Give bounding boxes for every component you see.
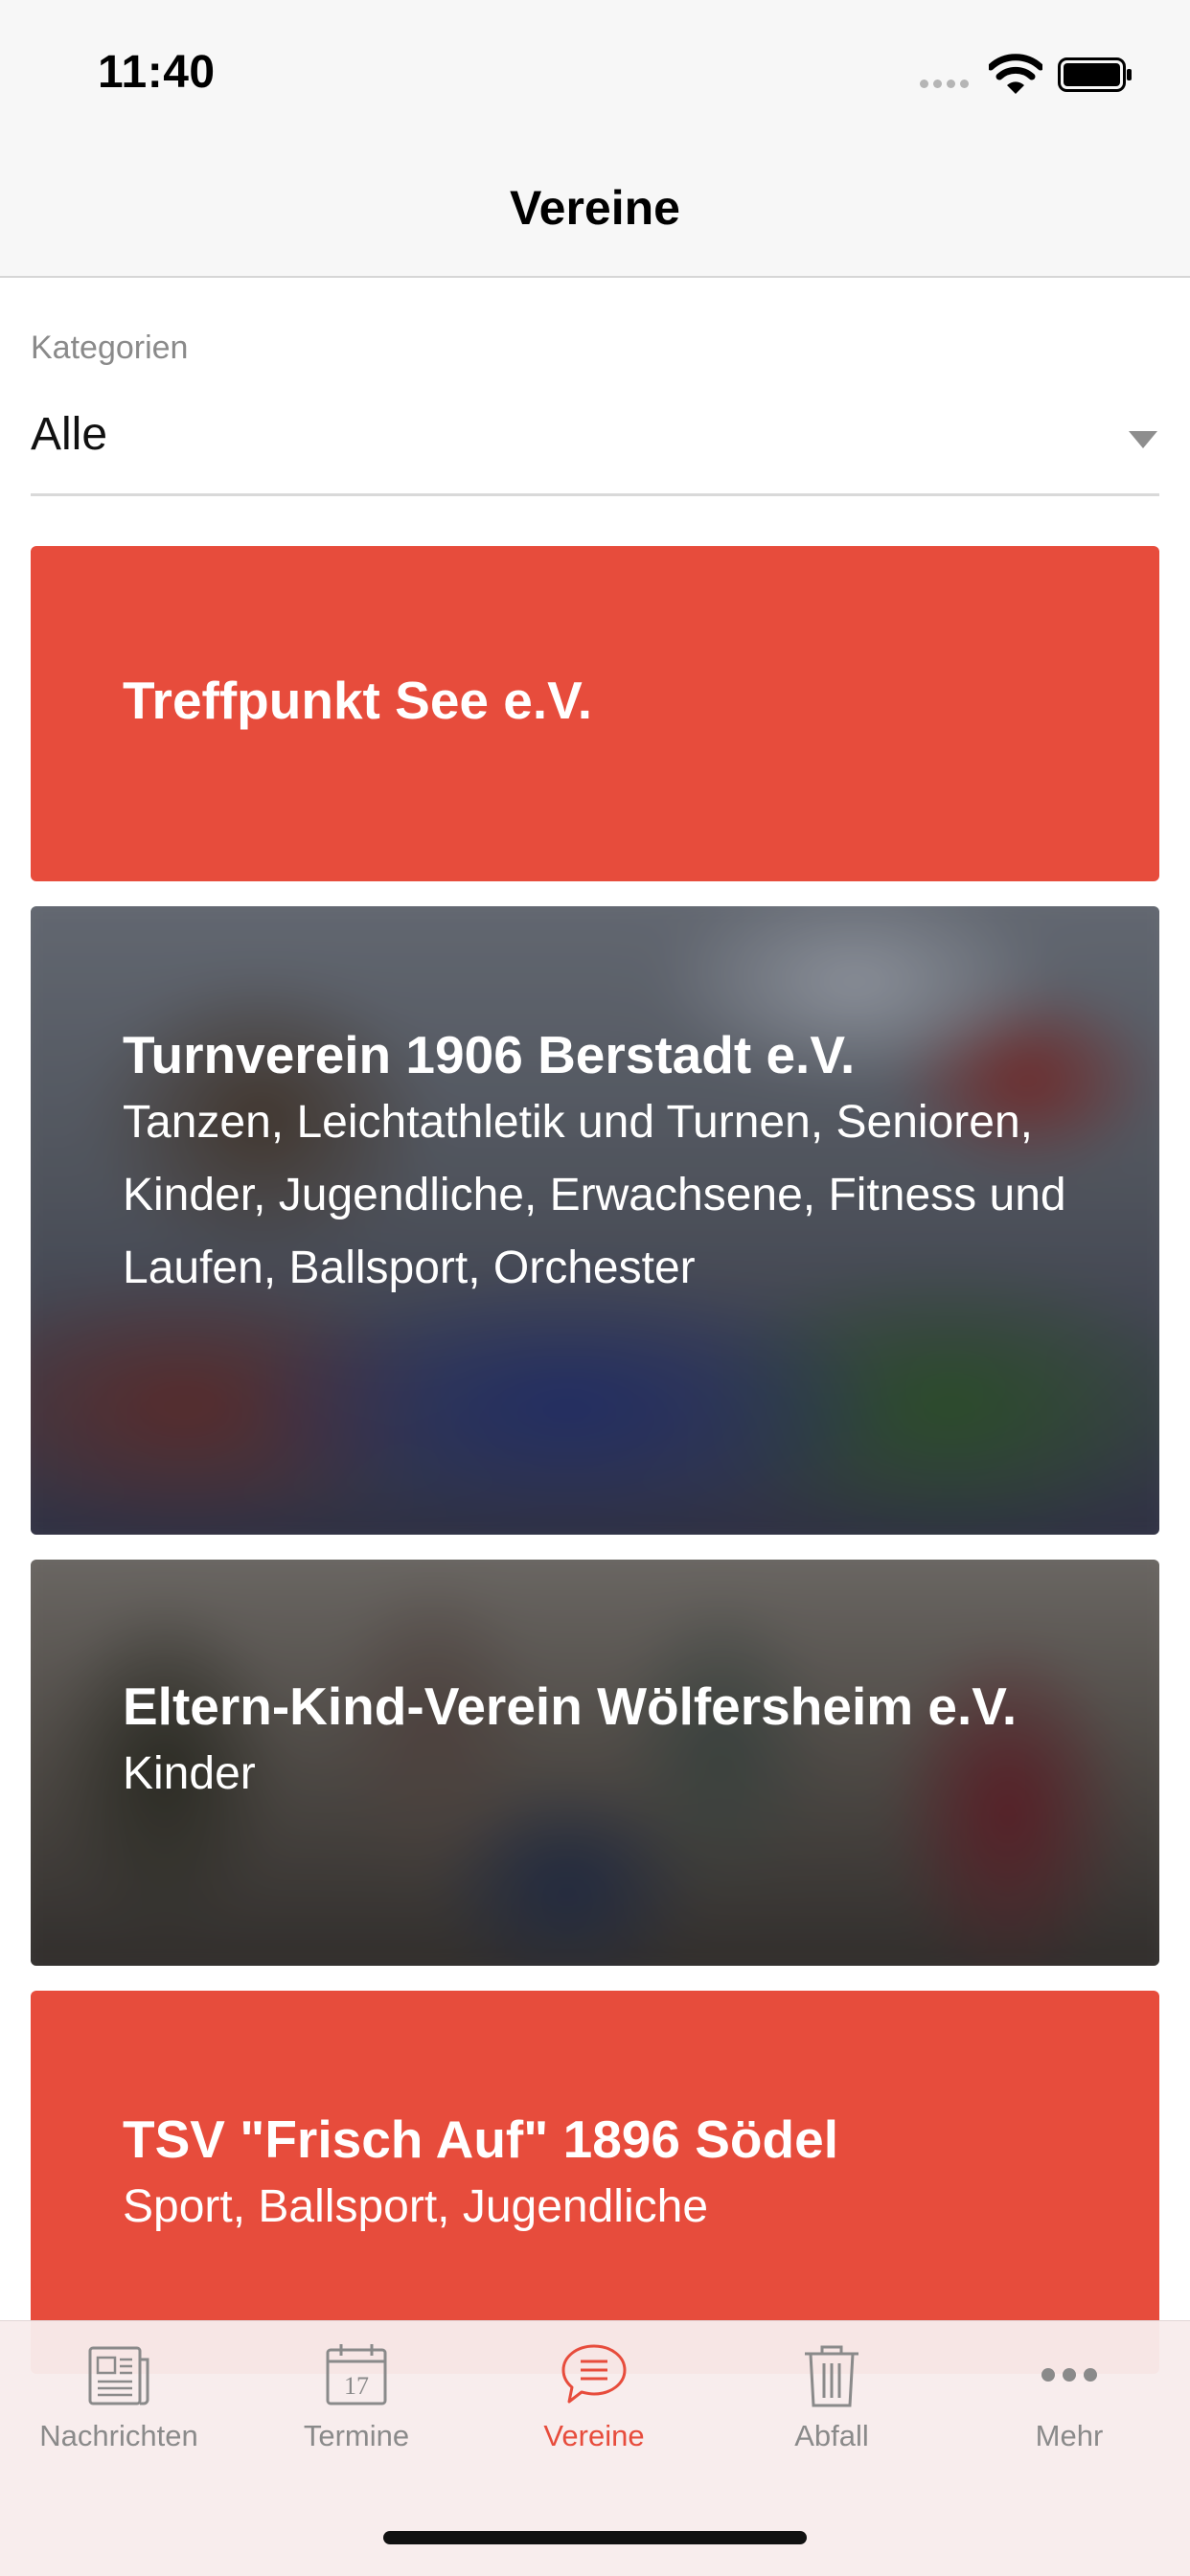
club-categories: Kinder xyxy=(123,1748,256,1799)
trash-icon xyxy=(805,2345,858,2407)
home-indicator xyxy=(383,2531,807,2544)
newspaper-icon xyxy=(88,2346,149,2405)
club-card[interactable]: Eltern-Kind-Verein Wölfersheim e.V. Kind… xyxy=(31,1560,1159,1966)
calendar-day: 17 xyxy=(344,2372,369,2400)
club-categories: Sport, Ballsport, Jugendliche xyxy=(123,2181,709,2232)
dropdown-arrow-icon xyxy=(1129,431,1157,448)
club-name: Eltern-Kind-Verein Wölfersheim e.V. xyxy=(123,1676,1018,1736)
page-title: Vereine xyxy=(510,181,680,235)
battery-icon xyxy=(1058,57,1132,92)
club-name: TSV "Frisch Auf" 1896 Södel xyxy=(123,2109,838,2169)
tab-nachrichten[interactable]: Nachrichten xyxy=(0,2340,238,2484)
status-time: 11:40 xyxy=(98,47,216,98)
club-card[interactable]: Turnverein 1906 Berstadt e.V. Tanzen, Le… xyxy=(31,906,1159,1535)
tab-label: Nachrichten xyxy=(39,2419,198,2452)
wifi-icon xyxy=(989,54,1042,94)
category-select[interactable]: Alle xyxy=(31,385,1159,496)
more-dots-icon xyxy=(1041,2368,1097,2382)
tab-label: Termine xyxy=(303,2419,410,2452)
club-name: Turnverein 1906 Berstadt e.V. xyxy=(123,1025,856,1084)
tab-abfall[interactable]: Abfall xyxy=(713,2340,950,2484)
tab-vereine[interactable]: Vereine xyxy=(475,2340,713,2484)
navigation-bar: Vereine xyxy=(0,144,1190,278)
tab-label: Mehr xyxy=(1035,2419,1104,2452)
tab-termine[interactable]: 17 Termine xyxy=(238,2340,475,2484)
club-categories: Tanzen, Leichtathletik und Turnen, Senio… xyxy=(123,1097,1066,1293)
club-name: Treffpunkt See e.V. xyxy=(123,671,593,730)
club-card[interactable]: TSV "Frisch Auf" 1896 Södel Sport, Balls… xyxy=(31,1991,1159,2374)
category-selected-value: Alle xyxy=(31,409,108,460)
club-card[interactable]: Treffpunkt See e.V. xyxy=(31,546,1159,881)
tab-mehr[interactable]: Mehr xyxy=(950,2340,1188,2484)
calendar-icon: 17 xyxy=(326,2344,387,2405)
tab-label: Abfall xyxy=(794,2419,869,2452)
cellular-signal-icon xyxy=(920,80,969,88)
tab-label: Vereine xyxy=(543,2419,645,2452)
chat-bubble-icon xyxy=(561,2344,627,2404)
status-bar: 11:40 xyxy=(0,0,1190,144)
category-label: Kategorien xyxy=(31,330,189,366)
